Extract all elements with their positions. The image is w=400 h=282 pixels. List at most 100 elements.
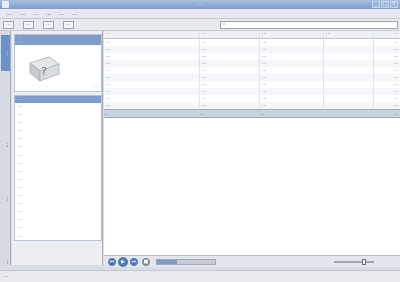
- table-cell-genre: [324, 53, 374, 60]
- lyric-line: …: [18, 225, 23, 231]
- playlist-table: … … … … … …………………………………………………………………………………: [104, 31, 400, 255]
- lyric-line: …: [18, 201, 23, 207]
- menu-item-control[interactable]: …: [29, 9, 42, 18]
- lyric-line: …: [18, 168, 23, 174]
- table-row[interactable]: …………: [104, 60, 400, 67]
- table-body: …………………………………………………………………………………………………………: [104, 39, 400, 109]
- table-cell-duration: …: [393, 82, 398, 87]
- lyric-line: …: [18, 184, 23, 190]
- table-cell-genre: [324, 102, 374, 109]
- lyrics-list: ……………………………………………: [15, 103, 101, 241]
- tab-library[interactable]: …: [1, 127, 10, 163]
- table-cell-artist: …: [200, 102, 260, 109]
- table-cell-title: …: [104, 60, 200, 67]
- table-cell-duration: …: [393, 68, 398, 73]
- now-playing-badge: …: [94, 83, 98, 88]
- table-cell-duration: …: [393, 103, 398, 108]
- menu-item-view[interactable]: …: [16, 9, 29, 18]
- lyric-line: …: [18, 160, 23, 166]
- next-icon[interactable]: ⏭: [130, 258, 138, 266]
- playing-cell-artist: …: [200, 112, 205, 117]
- table-row[interactable]: …………: [104, 46, 400, 53]
- table-cell-album: …: [260, 60, 324, 67]
- table-cell-title: …: [104, 102, 200, 109]
- lyric-line: …: [18, 104, 23, 109]
- table-cell-genre: [324, 67, 374, 74]
- now-playing-card: … … ? …: [14, 34, 102, 92]
- play-icon[interactable]: ▶: [118, 257, 128, 267]
- table-cell-artist: …: [200, 88, 260, 95]
- table-row[interactable]: …………: [104, 102, 400, 109]
- table-cell-duration: …: [393, 61, 398, 66]
- table-cell-album: …: [260, 67, 324, 74]
- toolbar-button-3[interactable]: …: [43, 21, 54, 29]
- lyric-line: …: [18, 176, 23, 182]
- toolbar-button-4[interactable]: …: [63, 21, 74, 29]
- table-cell-title: …: [104, 81, 200, 88]
- table-row[interactable]: …………: [104, 67, 400, 74]
- table-cell-album: …: [260, 46, 324, 53]
- table-cell-album: …: [260, 81, 324, 88]
- column-header-title[interactable]: …: [104, 31, 200, 38]
- column-header-genre[interactable]: …: [324, 31, 374, 38]
- lyric-line: …: [18, 144, 23, 150]
- title-bar[interactable]: … _ □ ×: [0, 0, 400, 9]
- column-header-album[interactable]: …: [260, 31, 324, 38]
- table-cell-album: …: [260, 53, 324, 60]
- toolbar-button-1[interactable]: …: [3, 21, 14, 29]
- seek-bar[interactable]: [156, 259, 216, 265]
- lyric-line: …: [18, 136, 23, 142]
- column-header-artist[interactable]: …: [200, 31, 260, 38]
- playing-cell-duration: …: [393, 112, 399, 117]
- table-cell-genre: [324, 46, 374, 53]
- lyric-line: …: [18, 209, 23, 215]
- table-cell-title: …: [104, 53, 200, 60]
- table-row[interactable]: …………: [104, 95, 400, 102]
- table-row[interactable]: …………: [104, 88, 400, 95]
- tab-extra[interactable]: …: [1, 257, 10, 267]
- tab-online[interactable]: …: [1, 181, 10, 217]
- stop-icon[interactable]: ■: [142, 258, 150, 266]
- table-row[interactable]: …………: [104, 74, 400, 81]
- menu-item-help[interactable]: …: [68, 9, 81, 18]
- maximize-button[interactable]: □: [381, 1, 389, 8]
- table-cell-album: …: [260, 88, 324, 95]
- table-cell-artist: …: [200, 53, 260, 60]
- player-controls: ⏮ ▶ ⏭ ■: [104, 255, 400, 267]
- table-row[interactable]: …………: [104, 53, 400, 60]
- previous-icon[interactable]: ⏮: [108, 258, 116, 266]
- close-button[interactable]: ×: [390, 1, 398, 8]
- table-row[interactable]: …………: [104, 81, 400, 88]
- volume-slider-handle[interactable]: [362, 259, 366, 265]
- table-cell-title: …: [104, 74, 200, 81]
- menu-item-settings[interactable]: …: [55, 9, 68, 18]
- table-cell-duration: …: [393, 75, 398, 80]
- table-row[interactable]: …………: [104, 39, 400, 46]
- table-cell-album: …: [260, 74, 324, 81]
- lyric-line: …: [18, 112, 23, 118]
- table-cell-genre: [324, 88, 374, 95]
- playing-cell-album: …: [260, 112, 265, 117]
- table-cell-genre: [324, 95, 374, 102]
- volume-slider[interactable]: [334, 259, 374, 265]
- lyrics-panel: … ……………………………………………: [14, 95, 102, 241]
- menu-bar: … … … … … …: [0, 9, 400, 19]
- table-cell-artist: …: [200, 74, 260, 81]
- menu-item-tools[interactable]: …: [42, 9, 55, 18]
- playing-cell-title: …: [104, 112, 109, 117]
- table-cell-duration: …: [393, 54, 398, 59]
- column-header-duration[interactable]: …: [374, 31, 400, 38]
- table-cell-title: …: [104, 67, 200, 74]
- table-cell-artist: …: [200, 67, 260, 74]
- playing-row[interactable]: … … … …: [104, 109, 400, 118]
- toolbar-button-2[interactable]: …: [23, 21, 34, 29]
- menu-item-music[interactable]: …: [3, 9, 16, 18]
- tab-playlist[interactable]: …: [1, 35, 10, 71]
- table-cell-genre: [324, 81, 374, 88]
- search-icon: ⌕: [223, 22, 226, 27]
- minimize-button[interactable]: _: [372, 1, 380, 8]
- table-header: … … … … …: [104, 31, 400, 39]
- table-cell-artist: …: [200, 81, 260, 88]
- table-cell-artist: …: [200, 39, 260, 46]
- search-input[interactable]: ⌕: [220, 21, 398, 29]
